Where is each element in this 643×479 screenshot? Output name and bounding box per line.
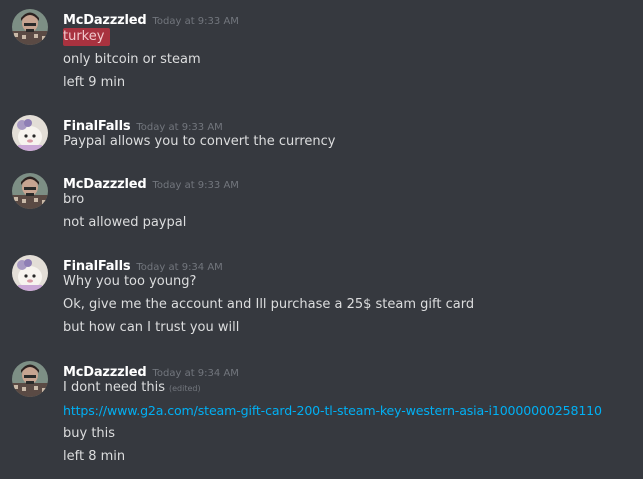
username[interactable]: FinalFalls [63, 259, 131, 274]
avatar-finalfalls[interactable] [12, 115, 48, 151]
message-text: Why you too young? [63, 274, 197, 289]
username[interactable]: McDazzzled [63, 177, 147, 192]
message-text: left 8 min [63, 449, 126, 464]
message-header: McDazzzled Today at 9:33 AM [63, 173, 239, 192]
username[interactable]: FinalFalls [63, 119, 131, 134]
chat-messages: McDazzzled Today at 9:33 AM turkey only b… [0, 0, 643, 479]
avatar-mcdazzzled[interactable] [12, 173, 48, 209]
avatar-finalfalls[interactable] [12, 255, 48, 291]
message-text-content: I dont need this [63, 380, 165, 395]
message-text: buy this [63, 426, 116, 441]
message-text: left 9 min [63, 75, 126, 90]
username[interactable]: McDazzzled [63, 13, 147, 28]
timestamp: Today at 9:33 AM [152, 180, 239, 191]
message-link-line: https://www.g2a.com/steam-gift-card-200-… [63, 402, 602, 420]
message-text: only bitcoin or steam [63, 52, 201, 67]
message-header: FinalFalls Today at 9:34 AM [63, 255, 223, 274]
message-header: McDazzzled Today at 9:34 AM [63, 361, 239, 380]
username[interactable]: McDazzzled [63, 365, 147, 380]
message-text: but how can I trust you will [63, 320, 240, 335]
avatar-mcdazzzled[interactable] [12, 361, 48, 397]
timestamp: Today at 9:33 AM [152, 16, 239, 27]
edited-label: (edited) [168, 384, 201, 393]
message-header: FinalFalls Today at 9:33 AM [63, 115, 223, 134]
timestamp: Today at 9:33 AM [136, 122, 223, 133]
message-header: McDazzzled Today at 9:33 AM [63, 9, 239, 28]
message-text: Paypal allows you to convert the currenc… [63, 134, 336, 149]
timestamp: Today at 9:34 AM [136, 262, 223, 273]
timestamp: Today at 9:34 AM [152, 368, 239, 379]
message-text: bro [63, 192, 85, 207]
message-text: Ok, give me the account and Ill purchase… [63, 297, 475, 312]
message-link[interactable]: https://www.g2a.com/steam-gift-card-200-… [63, 403, 602, 418]
avatar-mcdazzzled[interactable] [12, 9, 48, 45]
message-text: turkey [63, 28, 111, 46]
message-text: I dont need this (edited) [63, 379, 201, 397]
message-text: not allowed paypal [63, 215, 187, 230]
